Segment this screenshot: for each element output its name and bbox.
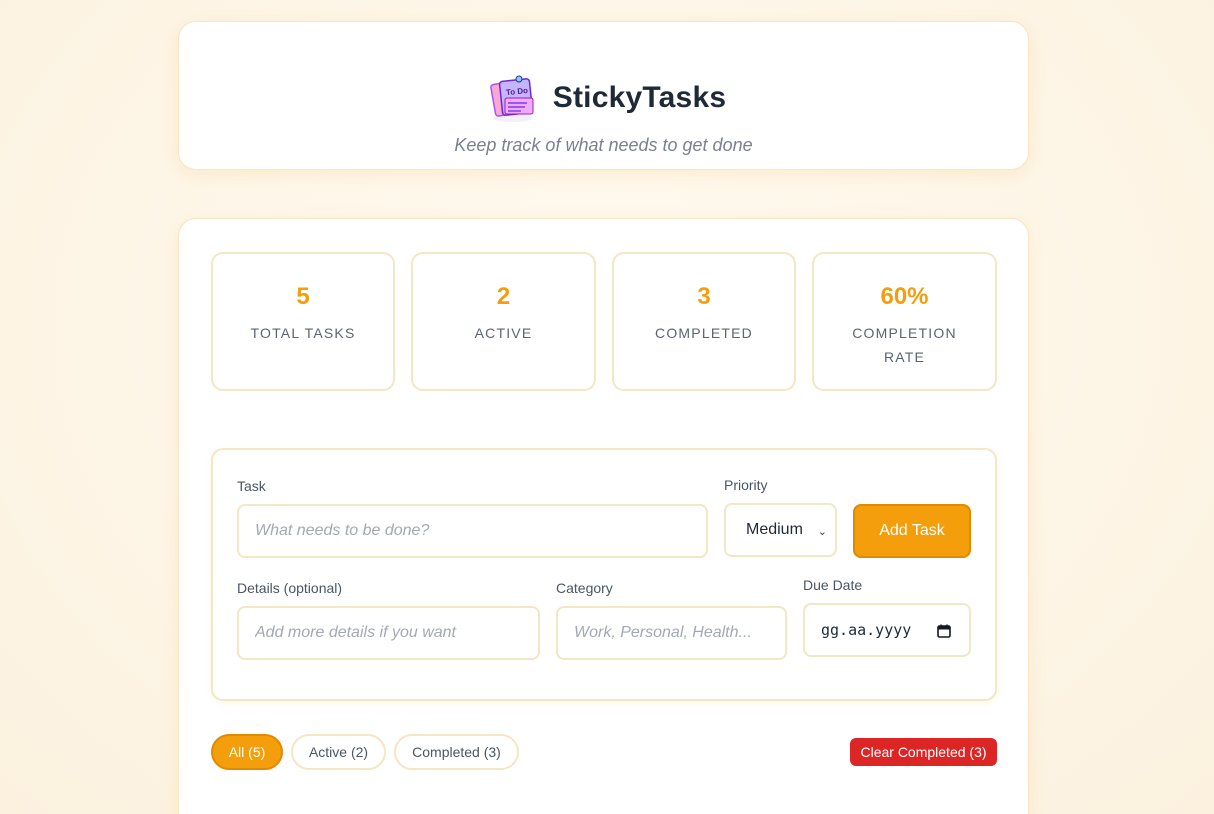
priority-value: Medium <box>746 521 803 538</box>
app-title: StickyTasks <box>552 81 727 114</box>
app-header: To Do StickyTasks Keep track of what nee… <box>178 21 1029 170</box>
stat-label: TOTAL TASKS <box>250 325 356 341</box>
main-panel: 5 TOTAL TASKS 2 ACTIVE 3 COMPLETED 60% C… <box>178 218 1029 814</box>
add-task-form: Task Priority Medium ⌄ Add Task Details … <box>211 448 997 701</box>
chevron-down-icon: ⌄ <box>817 526 827 538</box>
tagline: Keep track of what needs to get done <box>454 135 753 155</box>
filter-active[interactable]: Active (2) <box>291 734 386 770</box>
details-label: Details (optional) <box>237 580 343 596</box>
due-date-input[interactable]: gg.aa.yyyy <box>803 603 971 657</box>
stat-active: 2 ACTIVE <box>411 252 596 391</box>
stat-completion-rate: 60% COMPLETION RATE <box>812 252 997 391</box>
due-date-placeholder: gg.aa.yyyy <box>821 621 912 639</box>
brand: To Do StickyTasks <box>179 72 1028 124</box>
stat-label: COMPLETED <box>655 325 753 341</box>
category-input[interactable] <box>556 606 787 660</box>
stat-label: ACTIVE <box>474 325 533 341</box>
stat-value: 2 <box>496 283 511 310</box>
task-input[interactable] <box>237 504 708 558</box>
category-label: Category <box>556 580 613 596</box>
filter-all[interactable]: All (5) <box>211 734 283 770</box>
stat-completed: 3 COMPLETED <box>612 252 796 391</box>
task-label: Task <box>237 478 266 494</box>
details-input[interactable] <box>237 606 540 660</box>
priority-select[interactable]: Medium ⌄ <box>724 503 837 557</box>
sticky-notes-icon: To Do <box>489 75 534 122</box>
stat-value: 60% <box>880 283 929 310</box>
priority-label: Priority <box>724 477 768 493</box>
stat-total-tasks: 5 TOTAL TASKS <box>211 252 395 391</box>
stat-label: COMPLETION RATE <box>852 325 957 365</box>
add-task-button[interactable]: Add Task <box>853 504 971 558</box>
due-date-label: Due Date <box>803 577 863 593</box>
clear-completed-button[interactable]: Clear Completed (3) <box>850 738 997 766</box>
filter-completed[interactable]: Completed (3) <box>394 734 519 770</box>
stat-value: 5 <box>296 283 310 310</box>
calendar-icon[interactable] <box>937 624 951 638</box>
stat-value: 3 <box>697 283 711 310</box>
